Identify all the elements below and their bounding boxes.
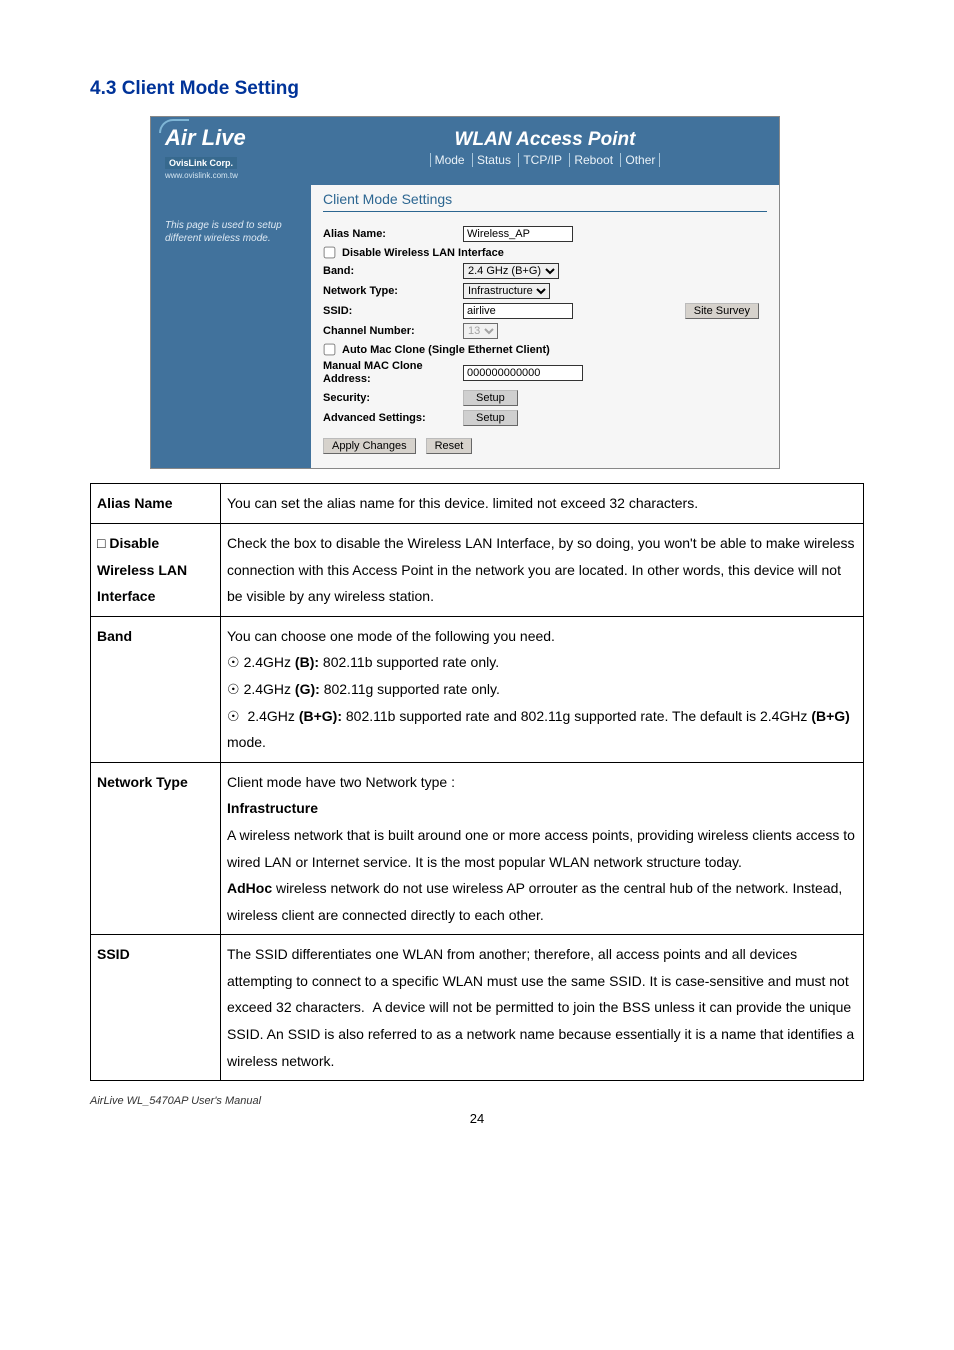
alias-input[interactable] bbox=[463, 226, 573, 242]
param-description: Check the box to disable the Wireless LA… bbox=[221, 523, 864, 616]
manual-mac-label: Manual MAC Clone Address: bbox=[323, 360, 463, 386]
table-row: Alias NameYou can set the alias name for… bbox=[91, 484, 864, 524]
company-name: OvisLink Corp. bbox=[165, 157, 237, 169]
logo-block: Air Live OvisLink Corp. www.ovislink.com… bbox=[151, 117, 311, 185]
page-number: 24 bbox=[90, 1111, 864, 1126]
nav-reboot[interactable]: Reboot bbox=[569, 153, 617, 167]
channel-label: Channel Number: bbox=[323, 325, 463, 337]
logo-arc-icon bbox=[159, 119, 189, 133]
param-description: The SSID differentiates one WLAN from an… bbox=[221, 935, 864, 1081]
description-table: Alias NameYou can set the alias name for… bbox=[90, 483, 864, 1081]
network-type-select[interactable]: Infrastructure bbox=[463, 283, 550, 299]
table-row: □ Disable Wireless LAN InterfaceCheck th… bbox=[91, 523, 864, 616]
page-title: WLAN Access Point bbox=[311, 123, 779, 153]
config-screenshot: Air Live OvisLink Corp. www.ovislink.com… bbox=[150, 116, 780, 469]
nav-mode[interactable]: Mode bbox=[430, 153, 469, 167]
param-description: Client mode have two Network type :Infra… bbox=[221, 762, 864, 935]
form-title: Client Mode Settings bbox=[323, 191, 767, 212]
nav-other[interactable]: Other bbox=[620, 153, 660, 167]
band-label: Band: bbox=[323, 265, 463, 277]
section-heading: 4.3 Client Mode Setting bbox=[90, 78, 864, 100]
table-row: BandYou can choose one mode of the follo… bbox=[91, 616, 864, 762]
apply-changes-button[interactable]: Apply Changes bbox=[323, 438, 416, 454]
nav-tcpip[interactable]: TCP/IP bbox=[518, 153, 566, 167]
manual-mac-input[interactable] bbox=[463, 365, 583, 381]
ssid-label: SSID: bbox=[323, 305, 463, 317]
auto-mac-clone-checkbox[interactable] bbox=[324, 344, 336, 356]
param-name: SSID bbox=[91, 935, 221, 1081]
advanced-label: Advanced Settings: bbox=[323, 412, 463, 424]
auto-mac-clone-label: Auto Mac Clone (Single Ethernet Client) bbox=[342, 344, 550, 356]
param-name: □ Disable Wireless LAN Interface bbox=[91, 523, 221, 616]
main-nav: Mode Status TCP/IP Reboot Other bbox=[311, 153, 779, 173]
security-label: Security: bbox=[323, 392, 463, 404]
footer-text: AirLive WL_5470AP User's Manual bbox=[90, 1095, 864, 1107]
param-name: Alias Name bbox=[91, 484, 221, 524]
ssid-input[interactable] bbox=[463, 303, 573, 319]
side-note: This page is used to setup different wir… bbox=[151, 185, 311, 468]
nav-status[interactable]: Status bbox=[472, 153, 515, 167]
reset-button[interactable]: Reset bbox=[426, 438, 473, 454]
network-type-label: Network Type: bbox=[323, 285, 463, 297]
table-row: Network TypeClient mode have two Network… bbox=[91, 762, 864, 935]
channel-select[interactable]: 13 bbox=[463, 323, 498, 339]
security-setup-button[interactable]: Setup bbox=[463, 390, 518, 406]
advanced-setup-button[interactable]: Setup bbox=[463, 410, 518, 426]
table-row: SSIDThe SSID differentiates one WLAN fro… bbox=[91, 935, 864, 1081]
disable-wlan-label: Disable Wireless LAN Interface bbox=[342, 247, 504, 259]
site-survey-button[interactable]: Site Survey bbox=[685, 303, 759, 319]
disable-wlan-checkbox[interactable] bbox=[324, 247, 336, 259]
band-select[interactable]: 2.4 GHz (B+G) bbox=[463, 263, 559, 279]
company-url: www.ovislink.com.tw bbox=[165, 171, 238, 180]
param-name: Network Type bbox=[91, 762, 221, 935]
param-name: Band bbox=[91, 616, 221, 762]
brand-logo: Air Live bbox=[165, 125, 303, 151]
param-description: You can set the alias name for this devi… bbox=[221, 484, 864, 524]
param-description: You can choose one mode of the following… bbox=[221, 616, 864, 762]
alias-label: Alias Name: bbox=[323, 228, 463, 240]
